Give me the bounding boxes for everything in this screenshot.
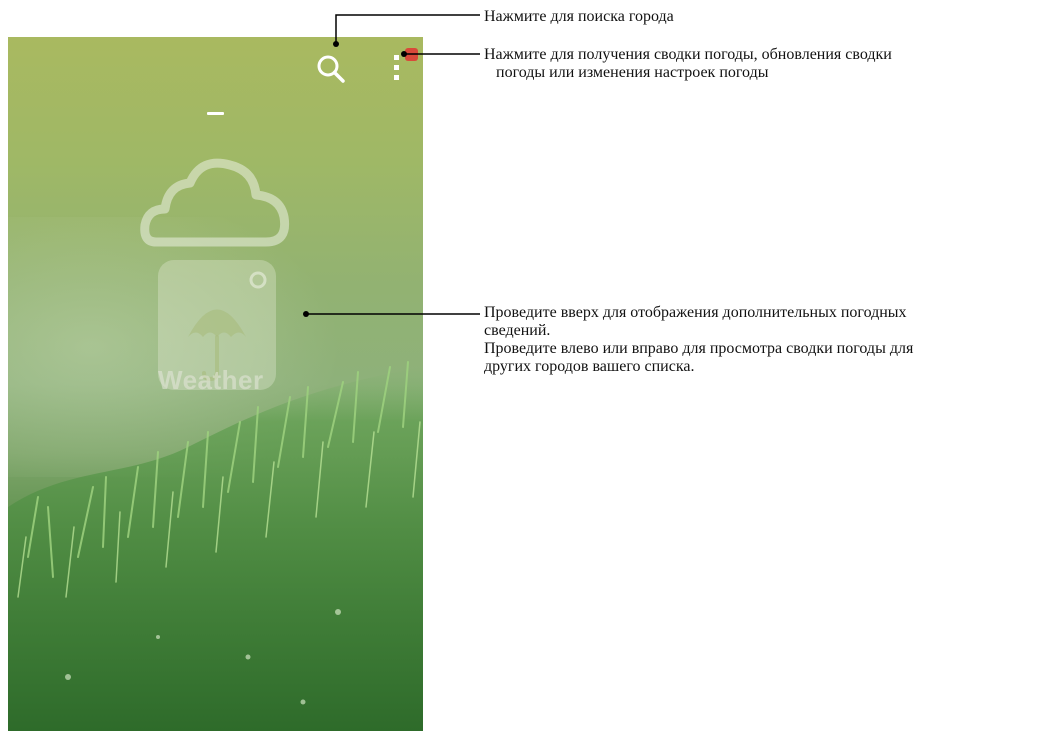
search-callout-text: Нажмите для поиска города [484,8,674,25]
page-indicator [207,112,224,115]
search-button[interactable] [313,51,349,87]
overflow-menu-button[interactable] [388,45,418,85]
weather-app-screen[interactable]: Weather [8,37,423,731]
swipe-callout-line1: Проведите вверх для отображения дополнит… [484,304,907,321]
swipe-callout: Проведите вверх для отображения дополнит… [484,304,1054,376]
swipe-callout-line4: других городов вашего списка. [484,358,695,375]
menu-callout-line1: Нажмите для получения сводки погоды, обн… [484,46,892,63]
notification-badge [405,48,418,61]
search-icon [317,55,345,83]
search-callout: Нажмите для поиска города [484,8,674,26]
app-logo-text: Weather [158,365,264,395]
menu-callout: Нажмите для получения сводки погоды, обн… [484,46,1044,82]
swipe-callout-line3: Проведите влево или вправо для просмотра… [484,340,914,357]
swipe-callout-line2: сведений. [484,322,551,339]
menu-callout-line2: погоды или изменения настроек погоды [496,64,769,81]
